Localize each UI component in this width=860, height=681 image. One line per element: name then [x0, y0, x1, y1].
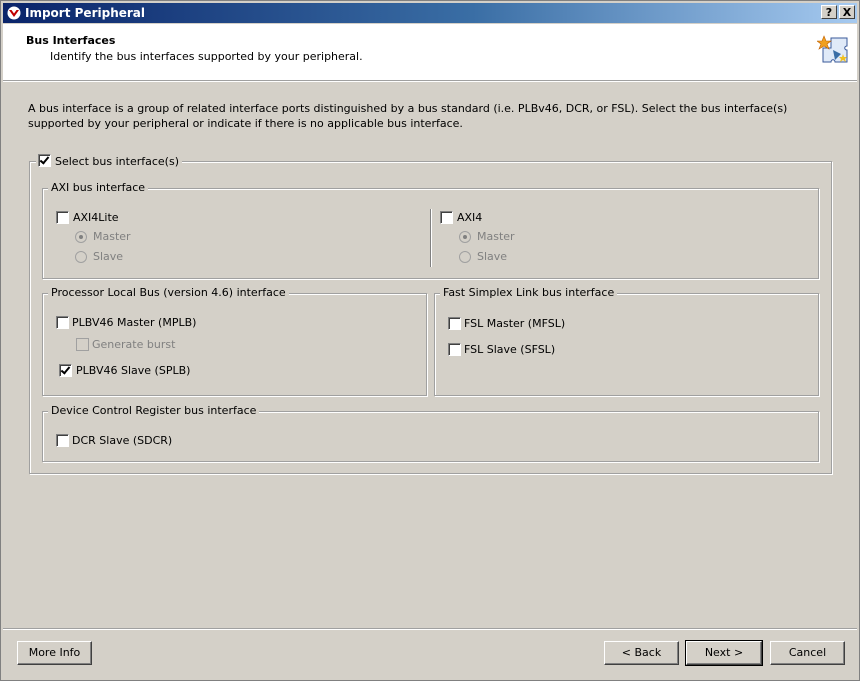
fsl-master-label[interactable]: FSL Master (MFSL) — [464, 317, 565, 331]
close-button[interactable]: X — [839, 5, 855, 19]
page-title: Bus Interfaces — [26, 34, 116, 47]
generate-burst-checkbox[interactable] — [76, 338, 89, 351]
select-bus-label[interactable]: Select bus interface(s) — [55, 155, 179, 168]
axi4-slave-label: Slave — [477, 250, 508, 263]
wizard-header: Bus Interfaces Identify the bus interfac… — [3, 24, 857, 81]
window-title: Import Peripheral — [25, 6, 145, 20]
more-info-button[interactable]: More Info — [17, 641, 92, 665]
plb-bus-group: Processor Local Bus (version 4.6) interf… — [42, 286, 427, 396]
dcr-legend: Device Control Register bus interface — [48, 404, 260, 418]
next-button[interactable]: Next > — [685, 640, 763, 666]
select-bus-checkbox[interactable] — [38, 154, 51, 167]
description-text: A bus interface is a group of related in… — [28, 102, 788, 130]
plb-legend: Processor Local Bus (version 4.6) interf… — [48, 286, 289, 300]
help-button[interactable]: ? — [821, 5, 837, 19]
wizard-puzzle-icon — [817, 35, 848, 63]
axi4-slave-radio[interactable] — [459, 251, 471, 263]
import-peripheral-dialog: Import Peripheral ? X Bus Interfaces Ide… — [0, 0, 860, 681]
fsl-bus-group: Fast Simplex Link bus interface FSL Mast… — [434, 286, 819, 396]
plbv46-slave-label[interactable]: PLBV46 Slave (SPLB) — [76, 364, 190, 378]
axi4lite-slave-radio[interactable] — [75, 251, 87, 263]
select-bus-legend: Select bus interface(s) — [36, 154, 182, 169]
plbv46-master-label[interactable]: PLBV46 Master (MPLB) — [72, 316, 196, 330]
header-divider — [3, 81, 857, 82]
axi-bus-group: AXI bus interface AXI4Lite Master Slave … — [42, 181, 819, 279]
plbv46-master-checkbox[interactable] — [56, 316, 69, 329]
dcr-slave-checkbox[interactable] — [56, 434, 69, 447]
plbv46-slave-checkbox[interactable] — [59, 364, 72, 377]
axi4-checkbox[interactable] — [440, 211, 453, 224]
axi4lite-checkbox[interactable] — [56, 211, 69, 224]
axi4lite-master-radio[interactable] — [75, 231, 87, 243]
fsl-legend: Fast Simplex Link bus interface — [440, 286, 618, 300]
axi-separator — [430, 209, 431, 267]
fsl-slave-label[interactable]: FSL Slave (SFSL) — [464, 343, 555, 357]
fsl-master-checkbox[interactable] — [448, 317, 461, 330]
axi4-master-radio[interactable] — [459, 231, 471, 243]
axi4lite-label[interactable]: AXI4Lite — [73, 211, 119, 225]
axi4-label[interactable]: AXI4 — [457, 211, 482, 225]
fsl-slave-checkbox[interactable] — [448, 343, 461, 356]
xilinx-app-icon — [7, 6, 21, 20]
generate-burst-label: Generate burst — [92, 338, 176, 351]
axi4lite-master-label: Master — [93, 230, 131, 243]
title-bar: Import Peripheral ? X — [3, 3, 857, 23]
axi4lite-slave-label: Slave — [93, 250, 124, 263]
axi4-master-label: Master — [477, 230, 515, 243]
dcr-slave-label[interactable]: DCR Slave (SDCR) — [72, 434, 172, 448]
page-subtitle: Identify the bus interfaces supported by… — [50, 50, 363, 63]
dcr-bus-group: Device Control Register bus interface DC… — [42, 404, 819, 462]
axi-legend: AXI bus interface — [48, 181, 149, 195]
cancel-button[interactable]: Cancel — [770, 641, 845, 665]
back-button[interactable]: < Back — [604, 641, 679, 665]
select-bus-interfaces-group: Select bus interface(s) AXI bus interfac… — [29, 154, 832, 474]
footer-divider — [3, 628, 857, 629]
